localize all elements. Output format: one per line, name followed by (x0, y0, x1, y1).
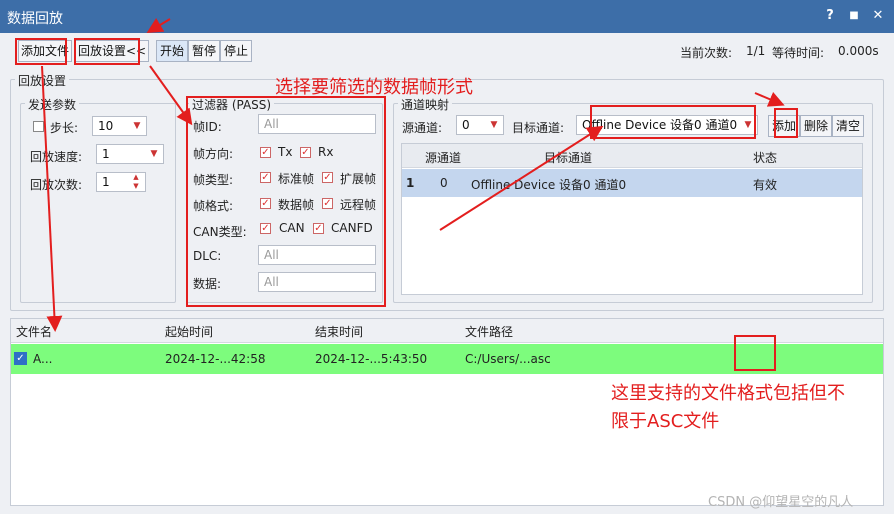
arrow (439, 125, 604, 231)
arrow (146, 17, 171, 34)
arrow (41, 65, 63, 332)
arrow (149, 65, 193, 126)
annotation-arrows (41, 17, 785, 332)
arrow (754, 91, 785, 107)
